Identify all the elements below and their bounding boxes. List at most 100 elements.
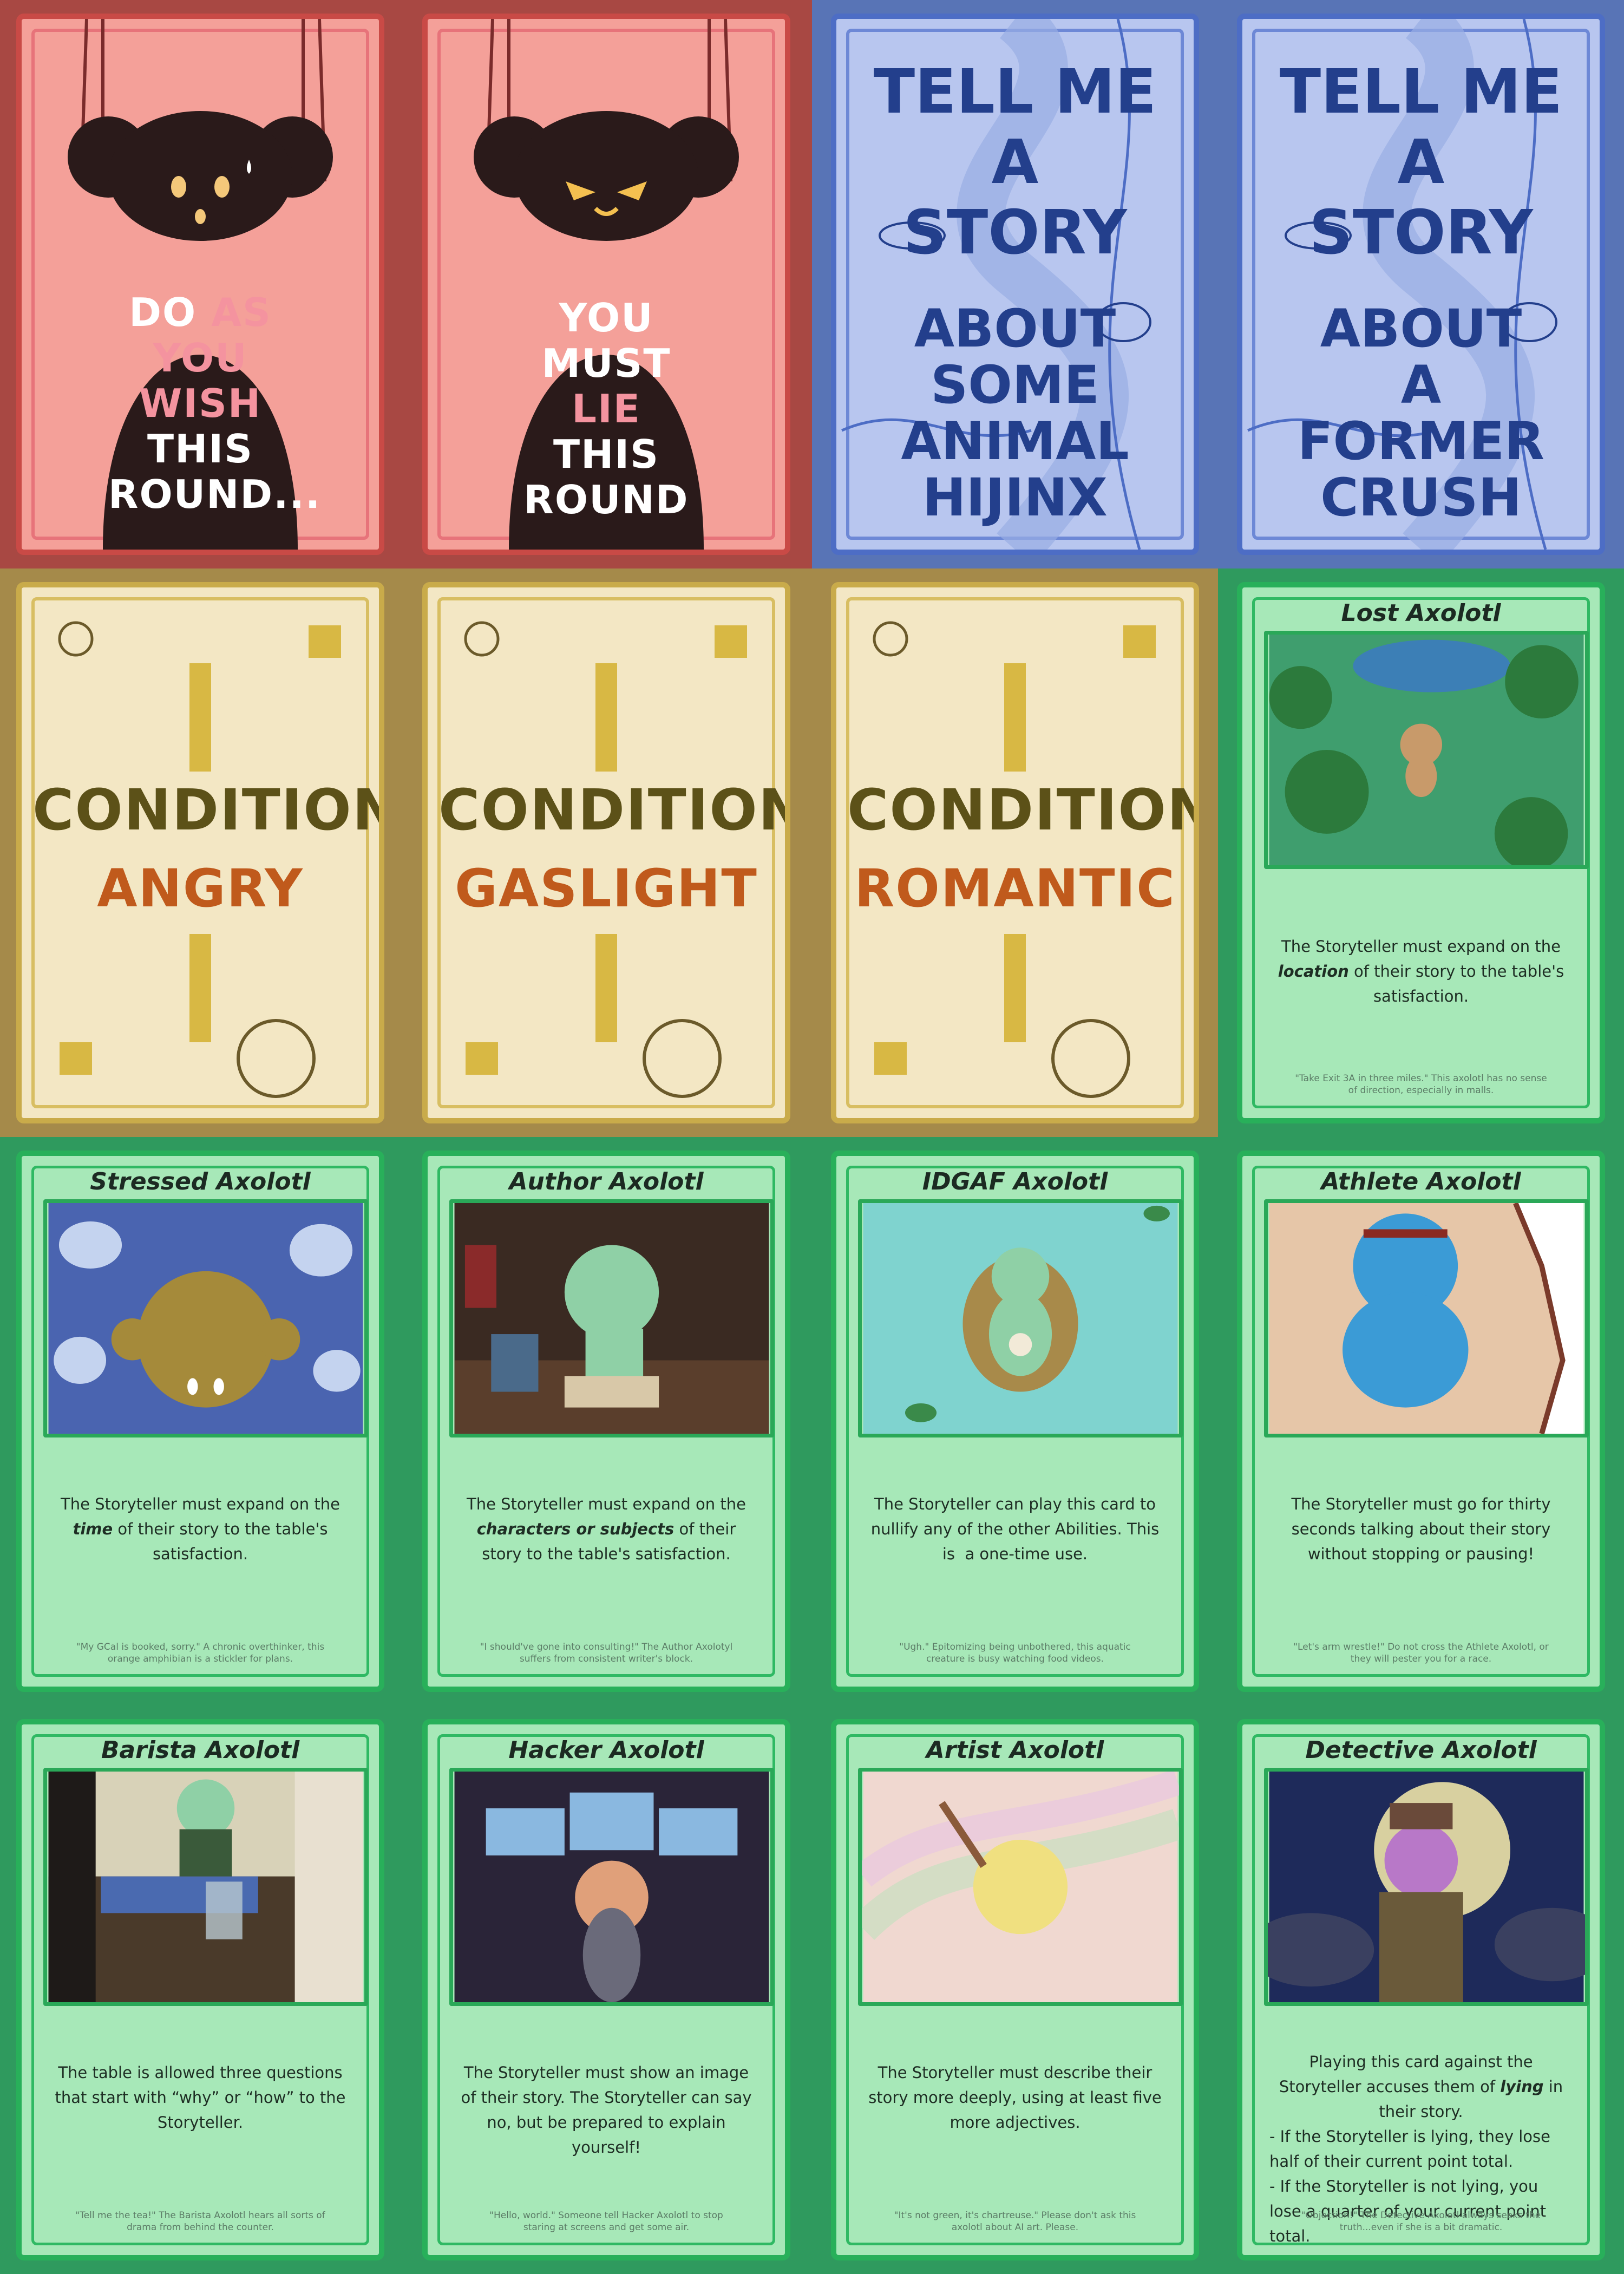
ability-flavor: "Tell me the tea!" The Barista Axolotl h… — [75, 2210, 325, 2233]
secret-line: ROUND... — [108, 472, 320, 517]
secret-line: MUST — [514, 341, 698, 386]
secret-line: YOU — [514, 295, 698, 341]
story-topic-line: A — [1400, 355, 1442, 415]
story-title: TELL ME A STORY — [853, 57, 1177, 268]
story-card-2[interactable]: TELL ME A STORY ABOUT A FORMER CRUSH — [1237, 14, 1605, 555]
story-title: TELL ME A STORY — [1259, 57, 1583, 268]
story-topic-line: FORMER — [1297, 411, 1545, 472]
story-topic-line: ABOUT — [1320, 298, 1522, 359]
secret-card-1[interactable]: DO AS YOU WISH THIS ROUND... — [16, 14, 384, 555]
ability-card-idgaf[interactable]: IDGAF Axolotl The Storyteller can play t… — [831, 1151, 1199, 1692]
condition-art — [873, 621, 1156, 1098]
condition-value: GASLIGHT — [455, 858, 758, 919]
forest-scene-icon — [1269, 635, 1584, 865]
ability-card-hacker[interactable]: Hacker Axolotl The Storyteller must show… — [422, 1719, 790, 2260]
story-topic-line: ABOUT — [914, 298, 1116, 359]
ability-illustration — [1264, 1199, 1589, 1437]
highlight-word: AS — [211, 290, 272, 335]
ability-description: The Storyteller must show an image of th… — [461, 2063, 752, 2157]
ability-title: Hacker Axolotl — [508, 1736, 704, 1764]
ability-flavor: "Objection!" The Detective Axolotl alway… — [1301, 2210, 1541, 2233]
secret-line: DO AS — [108, 290, 292, 335]
secret-line: THIS — [108, 426, 292, 472]
story-topic-line: SOME — [931, 355, 1099, 415]
highlight-word: LIE — [572, 386, 641, 432]
ability-card-athlete[interactable]: Athlete Axolotl The Storyteller must go … — [1237, 1151, 1605, 1692]
ability-flavor: "It's not green, it's chartreuse." Pleas… — [894, 2210, 1136, 2233]
story-title-line: TELL ME A — [873, 57, 1157, 198]
word: DO — [129, 290, 212, 335]
ability-title: Lost Axolotl — [1341, 599, 1501, 627]
ability-card-barista[interactable]: Barista Axolotl The table is allowed thr… — [16, 1719, 384, 2260]
word: ROUND — [523, 477, 689, 522]
secret-line: WISH — [108, 381, 292, 426]
ability-title: Athlete Axolotl — [1321, 1168, 1521, 1195]
secret-line: ROUND — [514, 477, 698, 522]
stressed-scene-icon — [48, 1203, 363, 1434]
secret-card-2[interactable]: YOU MUST LIE THIS ROUND — [422, 14, 790, 555]
highlight-word: WISH — [139, 381, 262, 426]
ability-card-stressed[interactable]: Stressed Axolotl The Storyteller must ex… — [16, 1151, 384, 1692]
secret-text-1: DO AS YOU WISH THIS ROUND... — [108, 290, 320, 517]
condition-art — [58, 621, 341, 1098]
ability-illustration — [1264, 1768, 1589, 2006]
ability-title: IDGAF Axolotl — [922, 1168, 1108, 1195]
ability-description: The table is allowed three questions tha… — [55, 2063, 346, 2132]
ability-flavor: "Hello, world." Someone tell Hacker Axol… — [489, 2210, 723, 2233]
ability-flavor: "Let's arm wrestle!" Do not cross the At… — [1293, 1642, 1549, 1664]
ability-illustration — [43, 1768, 368, 2006]
ability-illustration — [858, 1199, 1183, 1437]
artist-paint-icon — [862, 1772, 1179, 2002]
story-topic-line: CRUSH — [1320, 467, 1522, 528]
condition-card-3[interactable]: CONDITION ROMANTIC — [831, 582, 1199, 1123]
story-topic-line: HIJINX — [922, 467, 1108, 528]
ability-illustration — [858, 1768, 1183, 2006]
ability-flavor: "Take Exit 3A in three miles." This axol… — [1295, 1073, 1547, 1096]
ability-card-author[interactable]: Author Axolotl The Storyteller must expa… — [422, 1151, 790, 1692]
author-scene-icon — [454, 1203, 769, 1434]
ability-card-lost[interactable]: Lost Axolotl The Storyteller must expand… — [1237, 582, 1605, 1123]
secret-line: LIE THIS — [514, 386, 698, 477]
ability-title: Barista Axolotl — [101, 1736, 300, 1764]
ability-illustration — [43, 1199, 368, 1437]
word: ROUND... — [108, 472, 322, 517]
ability-description: The Storyteller can play this card to nu… — [870, 1495, 1160, 1563]
story-title-line: STORY — [903, 198, 1127, 268]
ability-title: Artist Axolotl — [926, 1736, 1104, 1764]
story-title-line: STORY — [1309, 198, 1533, 268]
ability-flavor: "Ugh." Epitomizing being unbothered, thi… — [899, 1642, 1131, 1664]
secret-line: YOU — [108, 335, 292, 381]
secret-text-2: YOU MUST LIE THIS ROUND — [514, 295, 698, 522]
ability-flavor: "I should've gone into consulting!" The … — [480, 1642, 733, 1664]
condition-label: CONDITION — [438, 777, 790, 843]
story-topic: ABOUT SOME ANIMAL HIJINX — [853, 300, 1177, 526]
climbing-wall-icon — [1269, 1203, 1584, 1434]
condition-value: ROMANTIC — [854, 858, 1176, 919]
ability-title: Detective Axolotl — [1305, 1736, 1537, 1764]
word: THIS — [147, 426, 253, 472]
word: YOU — [559, 295, 654, 341]
ability-card-detective[interactable]: Detective Axolotl Playing this card agai… — [1237, 1719, 1605, 2260]
coffee-shop-icon — [48, 1772, 363, 2002]
hacker-screens-icon — [454, 1772, 769, 2002]
condition-value: ANGRY — [97, 858, 304, 919]
ability-illustration — [449, 1768, 774, 2006]
ability-description: The Storyteller must expand on the chara… — [466, 1495, 746, 1563]
condition-label: CONDITION — [847, 777, 1199, 843]
story-title-line: TELL ME A — [1279, 57, 1563, 198]
ability-flavor: "My GCal is booked, sorry." A chronic ov… — [76, 1642, 325, 1664]
ability-title: Stressed Axolotl — [90, 1168, 311, 1195]
ability-description: The Storyteller must expand on the time … — [60, 1495, 340, 1563]
ability-title: Author Axolotl — [509, 1168, 704, 1195]
story-topic: ABOUT A FORMER CRUSH — [1259, 300, 1583, 526]
ability-description: The Storyteller must expand on the locat… — [1278, 937, 1564, 1005]
condition-label: CONDITION — [32, 777, 384, 843]
ability-illustration — [449, 1199, 774, 1437]
condition-card-2[interactable]: CONDITION GASLIGHT — [422, 582, 790, 1123]
story-card-1[interactable]: TELL ME A STORY ABOUT SOME ANIMAL HIJINX — [831, 14, 1199, 555]
highlight-word: YOU — [153, 335, 248, 381]
word: MUST — [541, 341, 671, 386]
ability-card-artist[interactable]: Artist Axolotl The Storyteller must desc… — [831, 1719, 1199, 2260]
condition-card-1[interactable]: CONDITION ANGRY — [16, 582, 384, 1123]
floating-pond-icon — [863, 1203, 1178, 1434]
